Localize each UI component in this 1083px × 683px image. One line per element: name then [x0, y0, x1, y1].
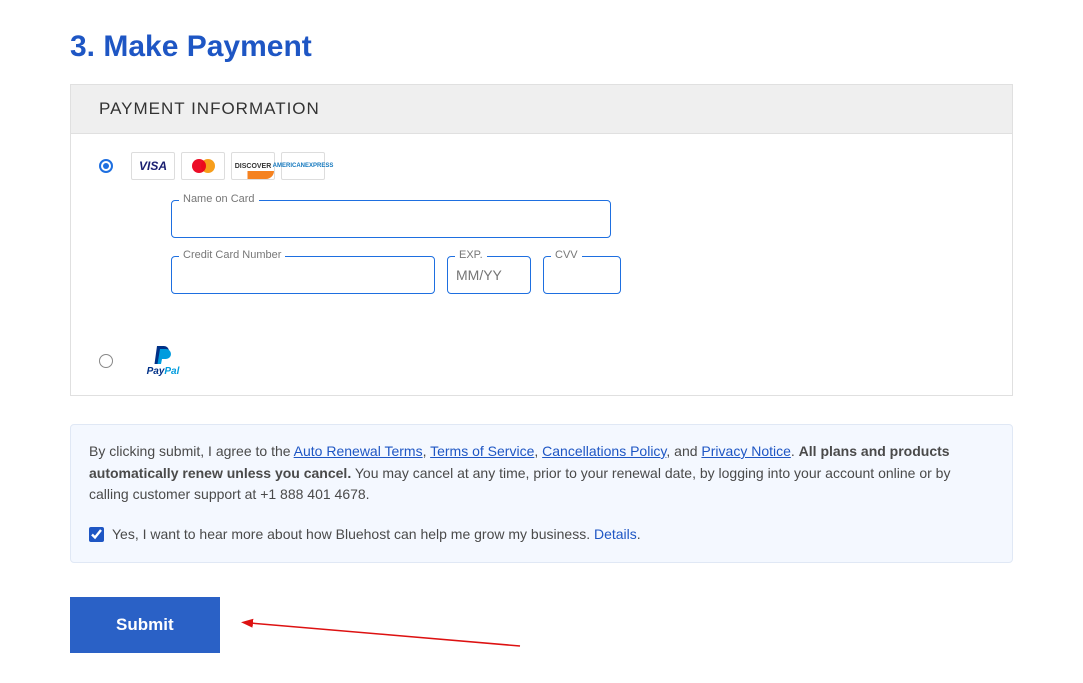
cc-field: Credit Card Number	[171, 256, 435, 294]
cc-label: Credit Card Number	[179, 249, 285, 261]
card-radio[interactable]	[99, 159, 113, 173]
mastercard-icon	[181, 152, 225, 180]
submit-wrap: Submit	[70, 597, 1013, 653]
privacy-link[interactable]: Privacy Notice	[701, 443, 790, 459]
visa-icon: VISA	[131, 152, 175, 180]
exp-input[interactable]	[447, 256, 531, 294]
optin-details-link[interactable]: Details	[594, 526, 637, 542]
cvv-input[interactable]	[543, 256, 621, 294]
cancellations-link[interactable]: Cancellations Policy	[542, 443, 666, 459]
tos-link[interactable]: Terms of Service	[430, 443, 534, 459]
paypal-option-row: PayPal	[71, 334, 1012, 395]
terms-box: By clicking submit, I agree to the Auto …	[70, 424, 1013, 563]
name-label: Name on Card	[179, 193, 259, 205]
panel-title: PAYMENT INFORMATION	[71, 85, 1012, 134]
card-form: Name on Card Credit Card Number EXP. CVV	[71, 190, 1012, 334]
name-field: Name on Card	[171, 200, 611, 238]
card-logos: VISA DISCOVER AMERICANEXPRESS	[131, 152, 325, 180]
card-option-row: VISA DISCOVER AMERICANEXPRESS	[71, 134, 1012, 190]
optin-checkbox[interactable]	[89, 527, 104, 542]
optin-text: Yes, I want to hear more about how Blueh…	[112, 526, 594, 542]
submit-button[interactable]: Submit	[70, 597, 220, 653]
annotation-arrow-icon	[240, 611, 530, 651]
paypal-icon: PayPal	[141, 344, 185, 377]
exp-field: EXP.	[447, 256, 531, 294]
terms-prefix: By clicking submit, I agree to the	[89, 443, 294, 459]
paypal-radio[interactable]	[99, 354, 113, 368]
discover-icon: DISCOVER	[231, 152, 275, 180]
optin-row: Yes, I want to hear more about how Blueh…	[89, 524, 994, 546]
cvv-label: CVV	[551, 249, 582, 261]
cvv-field: CVV	[543, 256, 621, 294]
payment-panel: PAYMENT INFORMATION VISA DISCOVER AMERIC…	[70, 84, 1013, 396]
exp-label: EXP.	[455, 249, 487, 261]
cc-input[interactable]	[171, 256, 435, 294]
auto-renewal-link[interactable]: Auto Renewal Terms	[294, 443, 423, 459]
page-heading: 3. Make Payment	[70, 30, 1013, 64]
name-input[interactable]	[171, 200, 611, 238]
amex-icon: AMERICANEXPRESS	[281, 152, 325, 180]
